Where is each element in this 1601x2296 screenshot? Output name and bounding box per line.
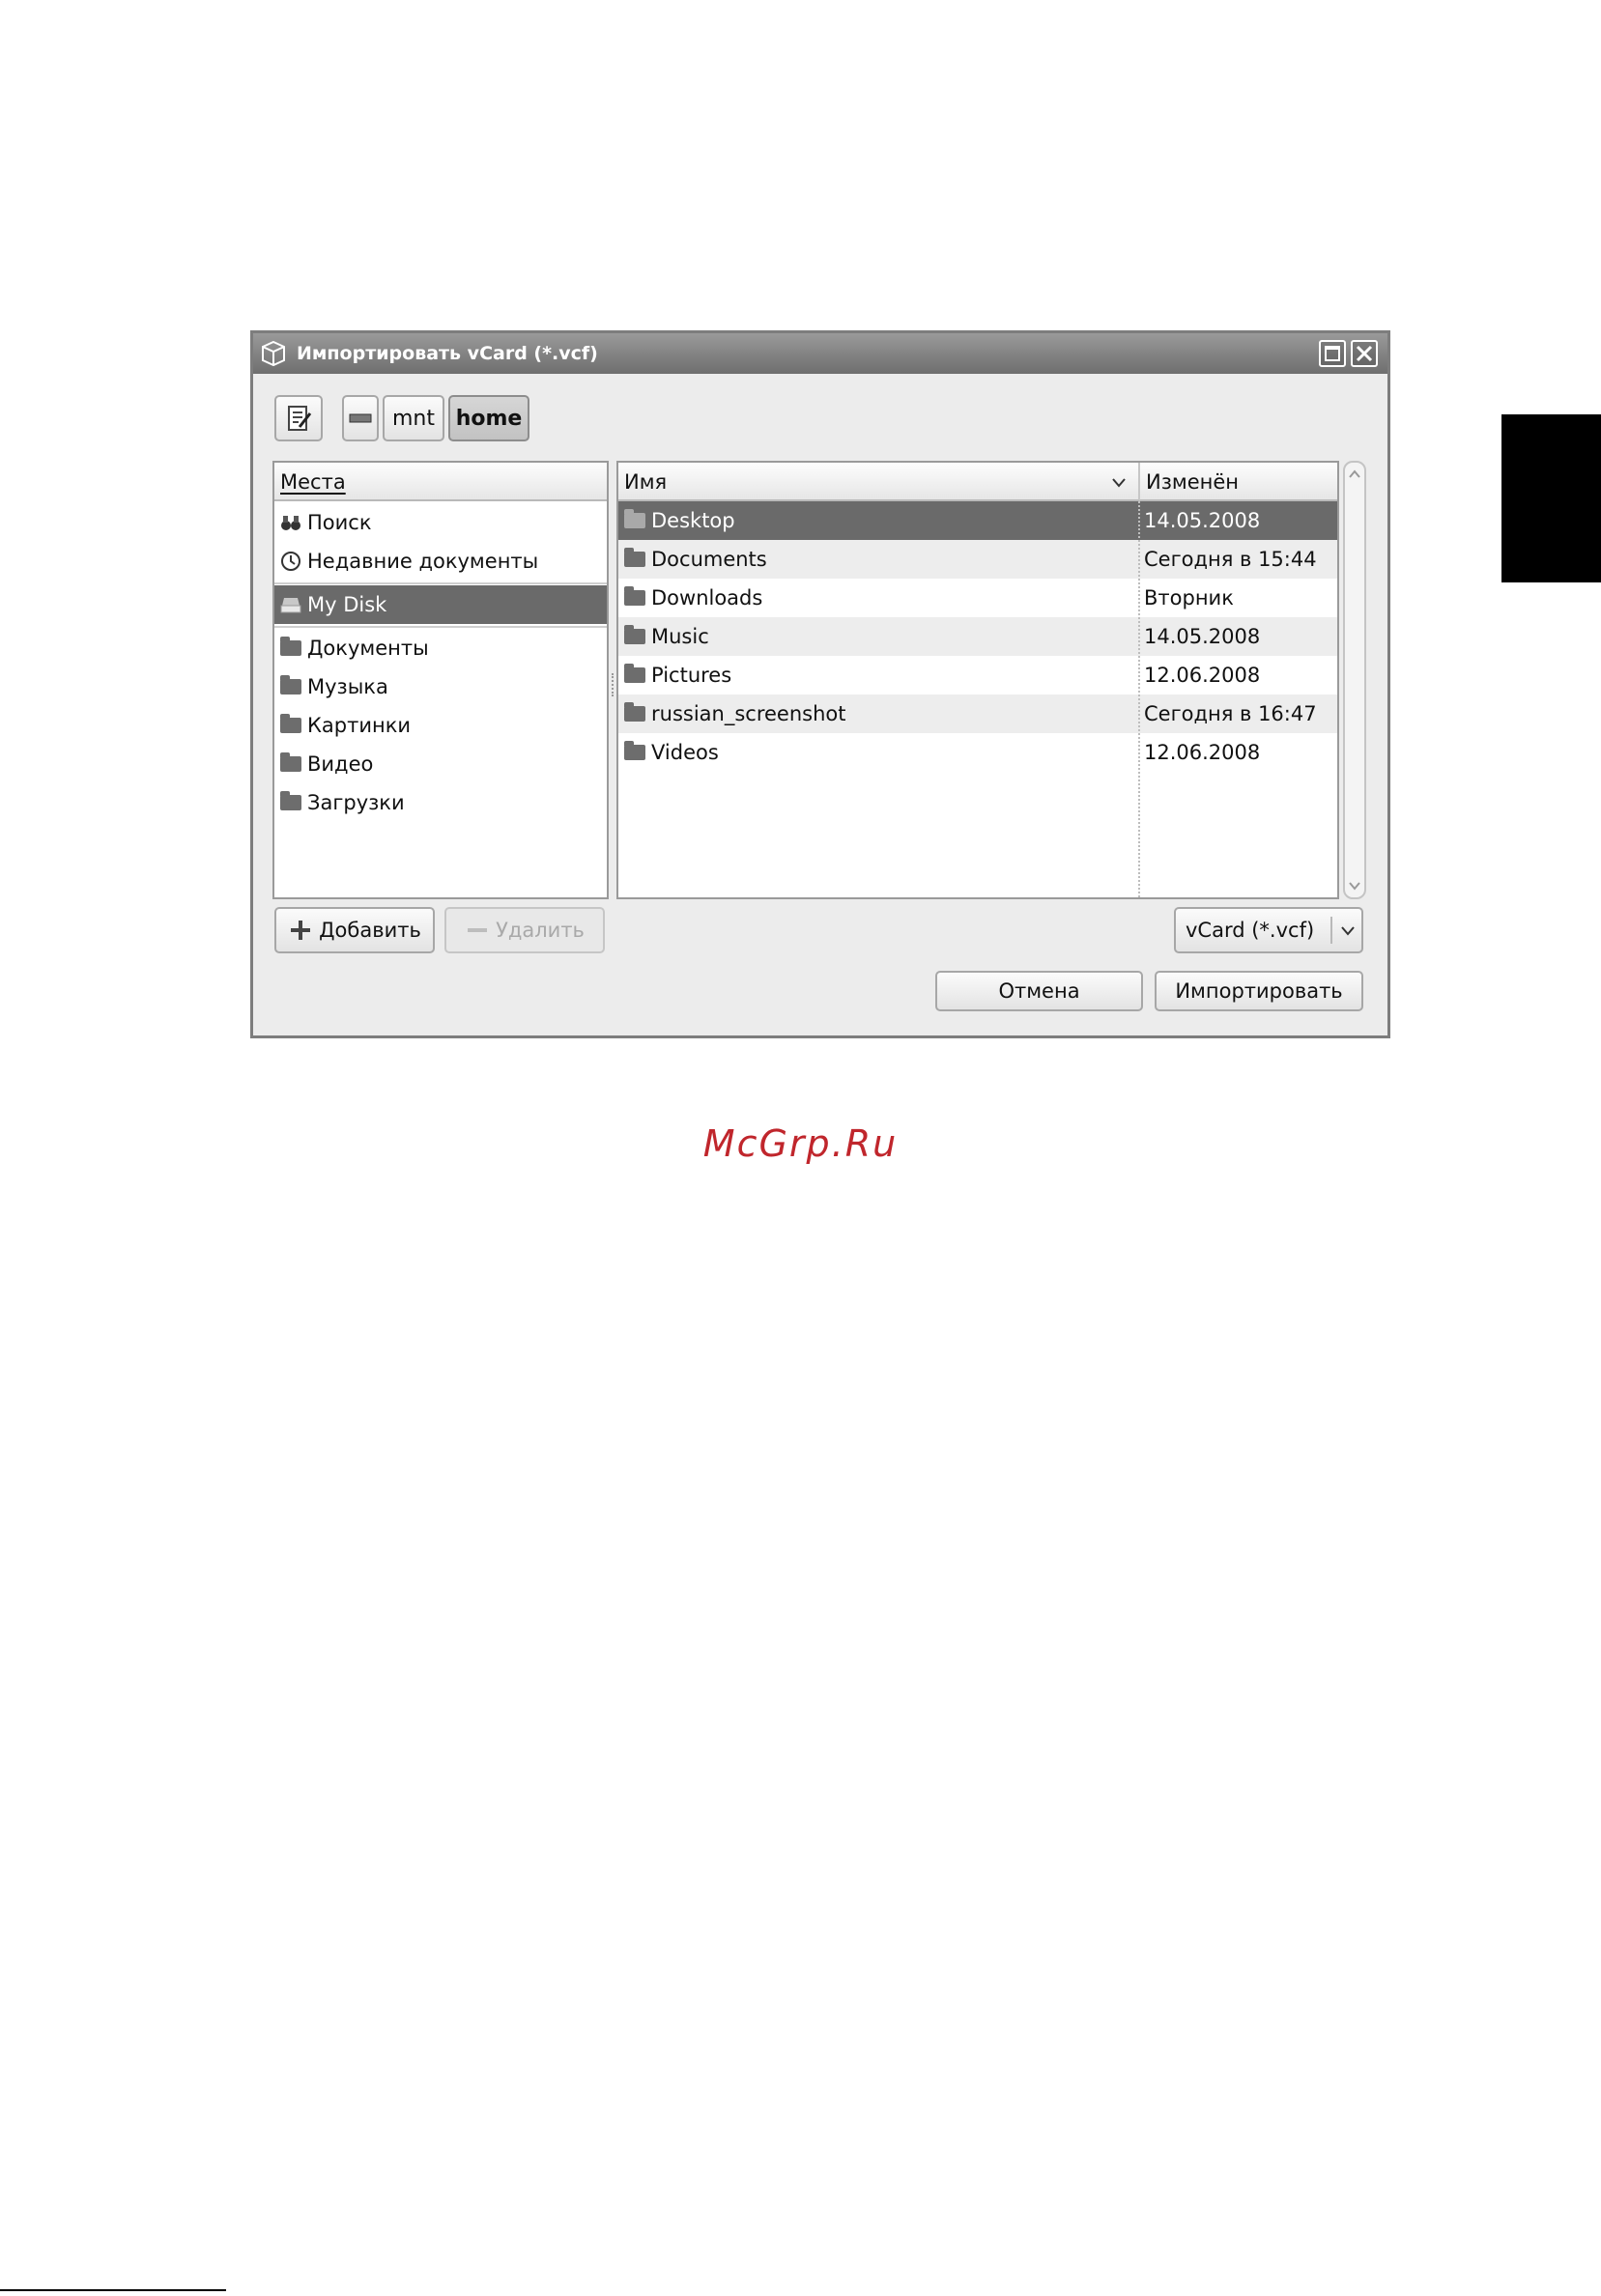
add-place-button[interactable]: Добавить <box>274 907 435 953</box>
place-item-my-disk[interactable]: My Disk <box>274 585 607 624</box>
file-row-downloads[interactable]: Downloads Вторник <box>618 579 1337 617</box>
place-item-videos[interactable]: Видео <box>274 745 607 783</box>
folder-icon <box>280 791 301 810</box>
footer-rule <box>0 2289 226 2291</box>
places-header-label: Места <box>280 470 346 494</box>
places-pane: Места Поиск Недавние документы My Disk Д… <box>272 461 609 899</box>
folder-icon <box>624 702 645 722</box>
folder-icon <box>624 548 645 567</box>
file-row-videos[interactable]: Videos 12.06.2008 <box>618 733 1337 772</box>
sort-chevron-down-icon <box>1112 478 1126 488</box>
path-segment-home[interactable]: home <box>448 395 529 441</box>
chevron-down-icon <box>1341 926 1355 936</box>
file-row-music[interactable]: Music 14.05.2008 <box>618 617 1337 656</box>
file-row-pictures[interactable]: Pictures 12.06.2008 <box>618 656 1337 694</box>
places-separator <box>274 582 607 584</box>
title-bar: Импортировать vCard (*.vcf) <box>253 333 1387 374</box>
folder-icon <box>280 714 301 733</box>
column-separator <box>1138 501 1140 897</box>
dialog-title: Импортировать vCard (*.vcf) <box>297 343 598 364</box>
place-item-music[interactable]: Музыка <box>274 667 607 706</box>
minus-icon <box>468 928 488 932</box>
cube-icon <box>262 340 285 367</box>
filter-divider <box>1330 917 1332 944</box>
places-separator <box>274 626 607 628</box>
binoculars-icon <box>281 516 300 530</box>
file-row-desktop[interactable]: Desktop 14.05.2008 <box>618 501 1337 540</box>
file-type-filter-select[interactable]: vCard (*.vcf) <box>1174 907 1363 953</box>
path-root-button[interactable] <box>342 395 379 441</box>
folder-icon <box>624 509 645 528</box>
scroll-down-icon[interactable] <box>1345 878 1364 893</box>
place-item-documents[interactable]: Документы <box>274 629 607 667</box>
plus-icon <box>291 921 311 940</box>
folder-icon <box>624 586 645 606</box>
file-row-russian-screenshot[interactable]: russian_screenshot Сегодня в 16:47 <box>618 694 1337 733</box>
folder-icon <box>624 741 645 760</box>
folder-icon <box>280 637 301 656</box>
path-segment-mnt[interactable]: mnt <box>383 395 444 441</box>
folder-icon <box>280 675 301 694</box>
close-icon <box>1356 345 1373 362</box>
import-button[interactable]: Импортировать <box>1155 971 1363 1011</box>
drive-icon <box>349 413 372 423</box>
disk-icon <box>280 598 301 613</box>
watermark: McGrp.Ru <box>702 1122 899 1165</box>
place-item-pictures[interactable]: Картинки <box>274 706 607 745</box>
edit-location-button[interactable] <box>274 395 323 441</box>
places-header[interactable]: Места <box>274 463 607 501</box>
folder-icon <box>624 625 645 644</box>
file-row-documents[interactable]: Documents Сегодня в 15:44 <box>618 540 1337 579</box>
place-item-recent[interactable]: Недавние документы <box>274 542 607 581</box>
column-header-modified[interactable]: Изменён <box>1140 463 1337 501</box>
scroll-up-icon[interactable] <box>1345 467 1364 482</box>
maximize-button[interactable] <box>1319 340 1346 367</box>
place-item-downloads[interactable]: Загрузки <box>274 783 607 822</box>
page-side-tab <box>1501 414 1601 582</box>
files-pane: Имя Изменён Desktop 14.05.2008 Documents… <box>616 461 1339 899</box>
column-header-name[interactable]: Имя <box>618 463 1140 501</box>
remove-place-button[interactable]: Удалить <box>444 907 605 953</box>
notepad-icon <box>288 406 312 431</box>
maximize-icon <box>1325 346 1340 361</box>
folder-icon <box>280 752 301 772</box>
clock-icon <box>281 552 300 571</box>
folder-icon <box>624 664 645 683</box>
close-button[interactable] <box>1351 340 1378 367</box>
import-vcard-dialog: Импортировать vCard (*.vcf) mnt home Мес… <box>250 330 1390 1038</box>
cancel-button[interactable]: Отмена <box>935 971 1143 1011</box>
place-item-search[interactable]: Поиск <box>274 503 607 542</box>
vertical-scrollbar[interactable] <box>1343 461 1366 899</box>
